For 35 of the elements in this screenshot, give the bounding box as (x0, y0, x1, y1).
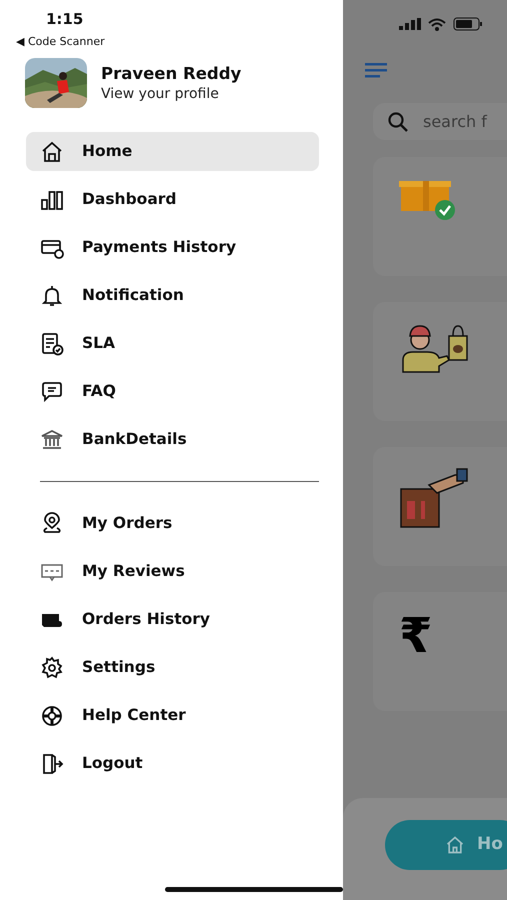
menu-item[interactable]: Payments History (26, 228, 319, 267)
menu-item[interactable]: My Reviews (26, 552, 319, 591)
battery-icon (453, 17, 483, 31)
bank-icon (40, 428, 64, 452)
search-icon (387, 111, 409, 133)
menu-item[interactable]: FAQ (26, 372, 319, 411)
signal-icon (399, 18, 421, 30)
menu-item[interactable]: Help Center (26, 696, 319, 735)
home-icon (445, 835, 465, 855)
document-check-icon (40, 332, 64, 356)
settings-icon (40, 656, 64, 680)
menu-item[interactable]: Logout (26, 744, 319, 783)
menu-item[interactable]: Dashboard (26, 180, 319, 219)
rupee-symbol: ₹ (399, 612, 432, 666)
menu-icon[interactable] (365, 62, 389, 78)
view-profile-link[interactable]: View your profile (101, 85, 242, 103)
back-to-app-link[interactable]: ◀ Code Scanner (0, 35, 105, 48)
menu-item[interactable]: Home (26, 132, 319, 171)
lifebuoy-icon (40, 704, 64, 728)
status-time: 1:15 (45, 9, 84, 28)
speech-bubble-icon (40, 380, 64, 404)
menu-item[interactable]: Settings (26, 648, 319, 687)
profile-name[interactable]: Praveen Reddy (101, 63, 242, 85)
wifi-icon (428, 18, 446, 30)
home-icon (40, 140, 64, 164)
menu-item[interactable]: My Orders (26, 504, 319, 543)
menu-item[interactable]: Notification (26, 276, 319, 315)
category-card[interactable]: ₹ (373, 592, 507, 711)
menu-item[interactable]: SLA (26, 324, 319, 363)
bell-icon (40, 284, 64, 308)
menu-item[interactable]: Orders History (26, 600, 319, 639)
menu-item[interactable]: BankDetails (26, 420, 319, 459)
food-bag-icon (399, 467, 471, 529)
logout-icon (40, 752, 64, 776)
search-field[interactable]: search f (373, 103, 507, 140)
